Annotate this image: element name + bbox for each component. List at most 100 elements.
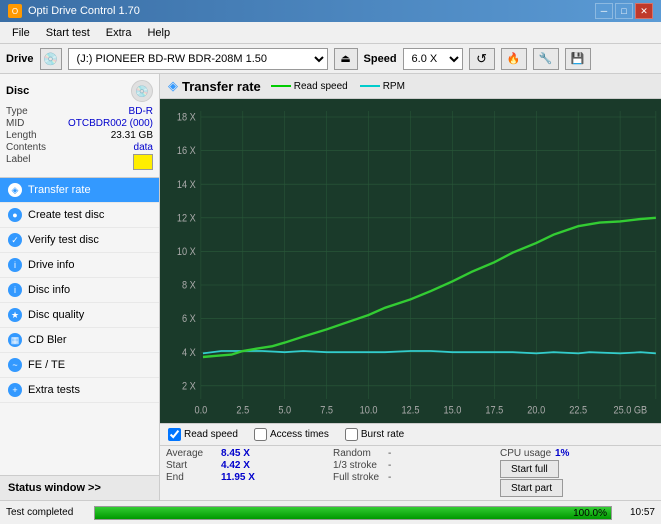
svg-text:2.5: 2.5 (236, 405, 249, 417)
svg-text:8 X: 8 X (182, 280, 196, 292)
nav-label-verify-test-disc: Verify test disc (28, 234, 99, 246)
random-value: - (388, 448, 391, 459)
title-text: Opti Drive Control 1.70 (28, 5, 140, 17)
nav-disc-info[interactable]: i Disc info (0, 278, 159, 303)
window-controls: ─ □ ✕ (595, 3, 653, 19)
stat-cpu-row: CPU usage 1% (500, 448, 655, 459)
speed-select[interactable]: 6.0 X (403, 48, 463, 70)
nav-label-drive-info: Drive info (28, 259, 74, 271)
refresh-button[interactable]: ↺ (469, 48, 495, 70)
eject-button[interactable]: ⏏ (334, 48, 358, 70)
menu-start-test[interactable]: Start test (38, 25, 98, 41)
cpu-value: 1% (555, 448, 569, 459)
svg-text:17.5: 17.5 (485, 405, 503, 417)
nav-disc-quality[interactable]: ★ Disc quality (0, 303, 159, 328)
nav-extra-tests[interactable]: + Extra tests (0, 378, 159, 403)
chart-header: ◈ Transfer rate Read speed RPM (160, 74, 661, 99)
nav-fe-te[interactable]: ~ FE / TE (0, 353, 159, 378)
read-speed-checkbox-label: Read speed (184, 429, 238, 440)
app-icon: O (8, 4, 22, 18)
menu-bar: File Start test Extra Help (0, 22, 661, 44)
stat-fullstroke-row: Full stroke - (333, 472, 488, 483)
svg-text:18 X: 18 X (177, 112, 196, 124)
close-button[interactable]: ✕ (635, 3, 653, 19)
chart-controls: Read speed Access times Burst rate (160, 423, 661, 445)
nav-menu: ◈ Transfer rate ● Create test disc ✓ Ver… (0, 178, 159, 475)
nav-verify-test-disc[interactable]: ✓ Verify test disc (0, 228, 159, 253)
nav-label-disc-quality: Disc quality (28, 309, 84, 321)
chart-area: 18 X 16 X 14 X 12 X 10 X 8 X 6 X 4 X 2 X… (160, 99, 661, 423)
nav-label-transfer-rate: Transfer rate (28, 184, 91, 196)
stat-startfull-row: Start full (500, 460, 655, 478)
label-icon[interactable] (133, 154, 153, 170)
maximize-button[interactable]: □ (615, 3, 633, 19)
read-speed-checkbox-item: Read speed (168, 428, 238, 441)
nav-icon-transfer-rate: ◈ (8, 183, 22, 197)
svg-text:10.0: 10.0 (360, 405, 378, 417)
svg-text:2 X: 2 X (182, 381, 196, 393)
stat-start-row: Start 4.42 X (166, 460, 321, 471)
nav-cd-bler[interactable]: ▦ CD Bler (0, 328, 159, 353)
drive-bar: Drive 💿 (J:) PIONEER BD-RW BDR-208M 1.50… (0, 44, 661, 74)
nav-transfer-rate[interactable]: ◈ Transfer rate (0, 178, 159, 203)
type-value: BD-R (129, 106, 153, 117)
access-times-checkbox-label: Access times (270, 429, 329, 440)
disc-icon[interactable]: 💿 (131, 80, 153, 102)
nav-drive-info[interactable]: i Drive info (0, 253, 159, 278)
svg-text:15.0: 15.0 (443, 405, 461, 417)
stat-random-row: Random - (333, 448, 488, 459)
menu-help[interactable]: Help (139, 25, 178, 41)
nav-create-test-disc[interactable]: ● Create test disc (0, 203, 159, 228)
nav-label-disc-info: Disc info (28, 284, 70, 296)
access-times-checkbox[interactable] (254, 428, 267, 441)
nav-icon-verify-test-disc: ✓ (8, 233, 22, 247)
nav-icon-drive-info: i (8, 258, 22, 272)
average-value: 8.45 X (221, 448, 250, 459)
disc-panel: Disc 💿 Type BD-R MID OTCBDR002 (000) Len… (0, 74, 159, 178)
stat-end-row: End 11.95 X (166, 472, 321, 483)
sidebar: Disc 💿 Type BD-R MID OTCBDR002 (000) Len… (0, 74, 160, 500)
chart-icon: ◈ (168, 78, 178, 94)
start-label: Start (166, 460, 221, 471)
tools-button[interactable]: 🔧 (533, 48, 559, 70)
minimize-button[interactable]: ─ (595, 3, 613, 19)
end-value: 11.95 X (221, 472, 255, 483)
length-label: Length (6, 130, 37, 141)
svg-text:5.0: 5.0 (278, 405, 291, 417)
nav-icon-extra-tests: + (8, 383, 22, 397)
contents-value: data (134, 142, 153, 153)
svg-text:25.0 GB: 25.0 GB (613, 405, 647, 417)
stat-col-2: Random - 1/3 stroke - Full stroke - (327, 446, 494, 500)
main-layout: Disc 💿 Type BD-R MID OTCBDR002 (000) Len… (0, 74, 661, 500)
stat-average-row: Average 8.45 X (166, 448, 321, 459)
menu-file[interactable]: File (4, 25, 38, 41)
burst-rate-checkbox-item: Burst rate (345, 428, 404, 441)
svg-text:10 X: 10 X (177, 246, 196, 258)
cpu-label: CPU usage (500, 448, 555, 459)
speed-label: Speed (364, 53, 397, 65)
burst-rate-checkbox[interactable] (345, 428, 358, 441)
length-value: 23.31 GB (111, 130, 153, 141)
average-label: Average (166, 448, 221, 459)
svg-text:0.0: 0.0 (195, 405, 208, 417)
drive-icon: 💿 (40, 48, 62, 70)
menu-extra[interactable]: Extra (98, 25, 140, 41)
nav-label-extra-tests: Extra tests (28, 384, 80, 396)
content-area: ◈ Transfer rate Read speed RPM (160, 74, 661, 500)
legend-label-read-speed: Read speed (294, 81, 348, 92)
start-part-button[interactable]: Start part (500, 479, 563, 497)
burn-button[interactable]: 🔥 (501, 48, 527, 70)
status-window-button[interactable]: Status window >> (0, 475, 159, 500)
save-button[interactable]: 💾 (565, 48, 591, 70)
label-label: Label (6, 154, 30, 170)
start-full-button[interactable]: Start full (500, 460, 559, 478)
progress-bar-container: 100.0% (94, 506, 612, 520)
stroke13-value: - (388, 460, 391, 471)
nav-label-fe-te: FE / TE (28, 359, 65, 371)
type-label: Type (6, 106, 28, 117)
svg-text:14 X: 14 X (177, 179, 196, 191)
read-speed-checkbox[interactable] (168, 428, 181, 441)
drive-select[interactable]: (J:) PIONEER BD-RW BDR-208M 1.50 (68, 48, 328, 70)
disc-title: Disc (6, 85, 29, 97)
chart-title: Transfer rate (182, 79, 261, 94)
